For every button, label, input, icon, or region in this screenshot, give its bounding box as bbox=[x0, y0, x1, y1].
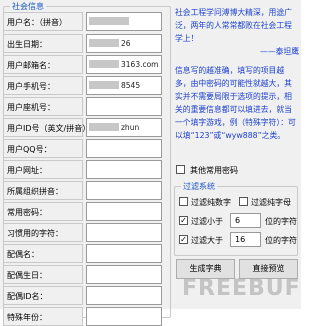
field-label-cell: 特殊年份： bbox=[3, 307, 83, 326]
field-label-cell: 用户邮箱名： bbox=[3, 55, 83, 74]
watermark-logo: FREEBUF bbox=[182, 276, 301, 301]
other-password-label: 其他常用密码 bbox=[190, 166, 238, 175]
filter-less-than-checkbox[interactable]: ✓ bbox=[179, 216, 188, 225]
other-password-checkbox[interactable] bbox=[176, 165, 185, 174]
field-label-cell: 所属组织拼音： bbox=[3, 181, 83, 200]
field-input[interactable] bbox=[86, 307, 162, 326]
field-value: 8545 bbox=[121, 81, 141, 90]
field-input[interactable] bbox=[86, 286, 162, 305]
info-note-middle: 信息写的越准确，填写的项目越多，由中密码的可能性就越大，其实并不需要局限于选项的… bbox=[175, 66, 296, 140]
field-label-cell: 习惯用的字符： bbox=[3, 223, 83, 242]
info-note-top: 社会工程学问溥博大精深，用途广泛，两年的人常常都败在社会工程学上！ ——泰坦鹰 bbox=[175, 6, 299, 58]
filter-less-than-suffix: 位的字符 bbox=[265, 217, 297, 226]
field-label: 特殊年份： bbox=[7, 313, 47, 322]
filter-pure-letter-checkbox[interactable] bbox=[239, 197, 248, 206]
redacted-mark bbox=[89, 17, 129, 25]
field-label-cell: 配偶生日： bbox=[3, 265, 83, 284]
filter-pure-number-checkbox[interactable] bbox=[179, 197, 188, 206]
field-label-cell: 用户ID号（英文/拼音） bbox=[3, 118, 90, 137]
field-label: 用户座机号： bbox=[7, 103, 55, 112]
field-label: 常用密码： bbox=[7, 208, 47, 217]
field-label: 习惯用的字符： bbox=[7, 229, 63, 238]
field-input[interactable]: zhun bbox=[86, 118, 162, 137]
field-input[interactable]: 3163.com bbox=[86, 55, 162, 74]
filter-group: 过滤系统 过滤纯数字 过滤纯字母 ✓ 过滤小于 6 位的字符 ✓ 过滤大于 16… bbox=[174, 181, 298, 256]
field-label: 用户网址： bbox=[7, 166, 47, 175]
field-label: 配偶ID名： bbox=[7, 292, 48, 301]
field-input[interactable] bbox=[86, 12, 162, 31]
field-input[interactable] bbox=[86, 223, 162, 242]
field-label: 用户ID号（英文/拼音） bbox=[7, 124, 91, 133]
redacted-mark bbox=[89, 123, 119, 131]
redacted-mark bbox=[89, 81, 119, 89]
field-label-cell: 用户QQ号： bbox=[3, 139, 83, 158]
field-value: 3163.com bbox=[121, 60, 159, 69]
note-top-text: 社会工程学问溥博大精深，用途广泛，两年的人常常都败在社会工程学上！ bbox=[175, 8, 292, 43]
field-label: 用户名：（拼音） bbox=[7, 18, 67, 27]
note-author: ——泰坦鹰 bbox=[260, 47, 299, 56]
filter-title: 过滤系统 bbox=[181, 181, 217, 192]
filter-greater-than-suffix: 位的字符 bbox=[265, 236, 297, 245]
field-input[interactable] bbox=[86, 160, 162, 179]
filter-pure-letter-label: 过滤纯字母 bbox=[251, 198, 291, 207]
field-input[interactable]: 26 bbox=[86, 34, 162, 53]
field-label-cell: 用户手机号： bbox=[3, 76, 83, 95]
field-label: 出生日期： bbox=[7, 40, 47, 49]
field-input[interactable]: 8545 bbox=[86, 76, 162, 95]
field-label: 配偶生日： bbox=[7, 271, 47, 280]
redacted-mark bbox=[89, 60, 119, 68]
filter-pure-number-label: 过滤纯数字 bbox=[191, 198, 231, 207]
filter-greater-than-label: 过滤大于 bbox=[191, 236, 223, 245]
field-value: zhun bbox=[121, 123, 140, 132]
field-label-cell: 用户网址： bbox=[3, 160, 83, 179]
field-input[interactable] bbox=[86, 202, 162, 221]
app-window: 社会信息 用户名：（拼音） 出生日期： 26 用户邮箱名： 3163.com 用户手机号：… bbox=[0, 0, 301, 326]
field-label: 用户手机号： bbox=[7, 82, 55, 91]
field-input[interactable] bbox=[86, 181, 162, 200]
filter-greater-than-checkbox[interactable]: ✓ bbox=[179, 235, 188, 244]
field-label: 用户邮箱名： bbox=[7, 61, 55, 70]
filter-greater-than-input[interactable]: 16 bbox=[230, 232, 261, 247]
group-title: 社会信息 bbox=[10, 1, 46, 12]
field-input[interactable] bbox=[86, 139, 162, 158]
field-label: 所属组织拼音： bbox=[7, 187, 63, 196]
field-label: 配偶名： bbox=[7, 250, 39, 259]
field-label-cell: 常用密码： bbox=[3, 202, 83, 221]
redacted-mark bbox=[89, 39, 119, 47]
field-label-cell: 配偶名： bbox=[3, 244, 83, 263]
field-input[interactable] bbox=[86, 265, 162, 284]
field-label-cell: 用户名：（拼音） bbox=[3, 12, 83, 31]
filter-less-than-label: 过滤小于 bbox=[191, 217, 223, 226]
field-label-cell: 配偶ID名： bbox=[3, 286, 83, 305]
field-label-cell: 用户座机号： bbox=[3, 97, 83, 116]
field-label: 用户QQ号： bbox=[7, 145, 52, 154]
field-label-cell: 出生日期： bbox=[3, 34, 83, 53]
field-input[interactable] bbox=[86, 244, 162, 263]
field-value: 26 bbox=[121, 39, 131, 48]
filter-less-than-input[interactable]: 6 bbox=[230, 213, 261, 228]
field-input[interactable] bbox=[86, 97, 162, 116]
